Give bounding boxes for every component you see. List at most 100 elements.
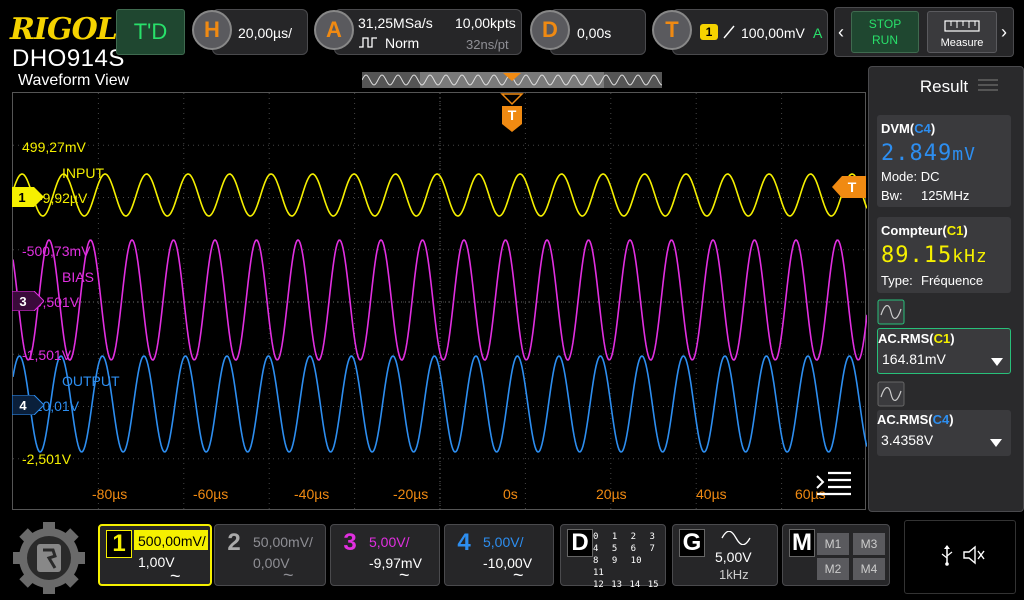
ac-rms-c1-icon (877, 299, 905, 325)
x-tick: -60µs (193, 486, 229, 502)
model-name: DHO914S (12, 45, 125, 72)
math-m1-button[interactable]: M1 (817, 533, 849, 555)
ch2-scale: 50,00mV/ (253, 534, 313, 550)
counter-label: Compteur(C1) (881, 223, 968, 238)
ch3-marker-label: 3 (19, 294, 26, 309)
run-label: RUN (872, 33, 898, 47)
digital-panel[interactable]: D 0 1 2 3 4 5 6 7 8 9 10 11 12 13 14 15 (560, 524, 666, 590)
ac-rms-c1-label: AC.RMS(C1) (878, 331, 955, 346)
ch3-marker[interactable]: 3 (12, 291, 44, 311)
ch4-scale-top: -1,501V (22, 347, 72, 363)
measure-button[interactable]: Measure (927, 11, 997, 53)
ch1-scale-top: 499,27mV (22, 139, 86, 155)
counter-type-label: Type: (881, 273, 913, 288)
stop-label: STOP (868, 17, 902, 31)
trigger-level-marker-label: T (848, 179, 857, 195)
counter-type-value: Fréquence (921, 273, 984, 288)
waveform-grid[interactable] (12, 92, 867, 511)
waveform-canvas (13, 93, 867, 511)
math-m2-button[interactable]: M2 (817, 558, 849, 580)
dropdown-arrow-icon[interactable] (990, 357, 1004, 367)
ch2-panel[interactable]: 2 50,00mV/ 0,00V ~ (214, 524, 326, 586)
x-tick: 0s (503, 486, 518, 502)
x-tick: -80µs (92, 486, 128, 502)
menu-list-icon[interactable] (814, 470, 854, 498)
ac-rms-c1-value: 164.81mV (882, 351, 946, 367)
delay-button[interactable]: D (530, 10, 570, 50)
generator-amplitude: 5,00V (715, 549, 752, 565)
ch1-coupling: ~ (170, 566, 181, 586)
ac-rms-c4-value: 3.4358V (881, 432, 934, 448)
memory-depth: 10,00kpts (455, 15, 516, 31)
ch4-offset: -10,00V (483, 555, 533, 571)
trigger-level-marker[interactable]: T (832, 176, 866, 198)
math-key: M (789, 529, 815, 557)
ch1-scale: 500,00mV/ (138, 533, 206, 549)
bottom-bar: 1 500,00mV/ 1,00V ~ 2 50,00mV/ 0,00V ~ 3… (0, 516, 1024, 600)
math-m4-button[interactable]: M4 (853, 558, 885, 580)
math-panel[interactable]: M M1 M3 M2 M4 (782, 524, 890, 586)
sample-rate: 31,25MSa/s (358, 15, 433, 31)
sine-wave-icon (721, 531, 751, 545)
ch2-number: 2 (227, 529, 241, 556)
ch4-marker[interactable]: 4 (12, 395, 44, 415)
acquire-button[interactable]: A (314, 10, 354, 50)
ch3-scale: 5,00V/ (369, 534, 410, 550)
ac-rms-c4-label: AC.RMS(C4) (877, 412, 954, 427)
generator-key: G (679, 529, 705, 557)
dvm-value: 2.849mV (881, 141, 976, 166)
ch4-number: 4 (457, 529, 471, 556)
acquire-mode-icon (359, 37, 377, 48)
result-panel: Result DVM(C4) 2.849mV Mode: DC Bw: 125M… (868, 66, 1024, 512)
result-menu-icon[interactable] (977, 77, 999, 93)
ch4-scale: 5,00V/ (483, 534, 524, 550)
trigger-source-badge: 1 (700, 24, 718, 40)
home-gear-icon[interactable] (10, 522, 88, 594)
horizontal-button[interactable]: H (192, 10, 232, 50)
ch1-panel[interactable]: 1 500,00mV/ 1,00V ~ (98, 524, 212, 586)
ch3-panel[interactable]: 3 5,00V/ -9,97mV ~ (330, 524, 440, 586)
ruler-icon (944, 20, 980, 32)
ac-rms-c1-card[interactable]: AC.RMS(C1) 164.81mV (877, 328, 1011, 374)
top-bar: RIGOL DHO914S T'D H 20,00µs/ A 31,25MSa/… (0, 0, 1024, 72)
ch2-coupling: ~ (283, 565, 294, 585)
x-tick: -40µs (294, 486, 330, 502)
acquire-mode: Norm (385, 35, 420, 51)
speaker-muted-icon[interactable] (962, 544, 986, 566)
usb-icon (941, 545, 953, 566)
generator-panel[interactable]: G 5,00V 1kHz (672, 524, 778, 586)
memory-timeline[interactable] (362, 72, 662, 88)
timebase-value: 20,00µs/ (238, 25, 292, 41)
ch4-marker-label: 4 (19, 398, 27, 413)
dvm-card[interactable]: DVM(C4) 2.849mV Mode: DC Bw: 125MHz (877, 115, 1011, 207)
td-button[interactable]: T'D (116, 9, 185, 55)
rising-edge-icon (723, 25, 735, 39)
trigger-level: 100,00mV (741, 25, 805, 41)
ch3-coupling: ~ (399, 565, 410, 585)
ac-rms-c4-card[interactable]: AC.RMS(C4) 3.4358V (877, 410, 1011, 456)
ch3-number: 3 (343, 529, 357, 556)
trigger-position-marker[interactable]: T (500, 92, 524, 132)
ch1-name: INPUT (62, 165, 104, 181)
ch4-coupling: ~ (513, 565, 524, 585)
ch4-name: OUTPUT (62, 373, 120, 389)
ch1-number: 1 (106, 530, 132, 558)
generator-frequency: 1kHz (719, 567, 749, 582)
ch1-marker[interactable]: 1 (12, 187, 44, 207)
ch4-offset: -2,501V (22, 451, 72, 467)
status-area (904, 520, 1016, 594)
counter-card[interactable]: Compteur(C1) 89.15kHz Type: Fréquence (877, 217, 1011, 293)
trigger-button[interactable]: T (652, 10, 692, 50)
math-m3-button[interactable]: M3 (853, 533, 885, 555)
ch1-marker-label: 1 (18, 190, 25, 205)
resolution: 32ns/pt (466, 37, 509, 52)
dropdown-arrow-icon[interactable] (989, 438, 1003, 448)
brand-logo: RIGOL (10, 12, 118, 47)
ch4-panel[interactable]: 4 5,00V/ -10,00V ~ (444, 524, 554, 586)
control-panel: ‹ STOP RUN Measure › (834, 7, 1014, 57)
stop-run-button[interactable]: STOP RUN (851, 11, 919, 53)
chevron-left-icon[interactable]: ‹ (838, 22, 844, 43)
ch3-scale-top: -500,73mV (22, 243, 91, 259)
chevron-right-icon[interactable]: › (1001, 22, 1007, 43)
ch3-name: BIAS (62, 269, 94, 285)
